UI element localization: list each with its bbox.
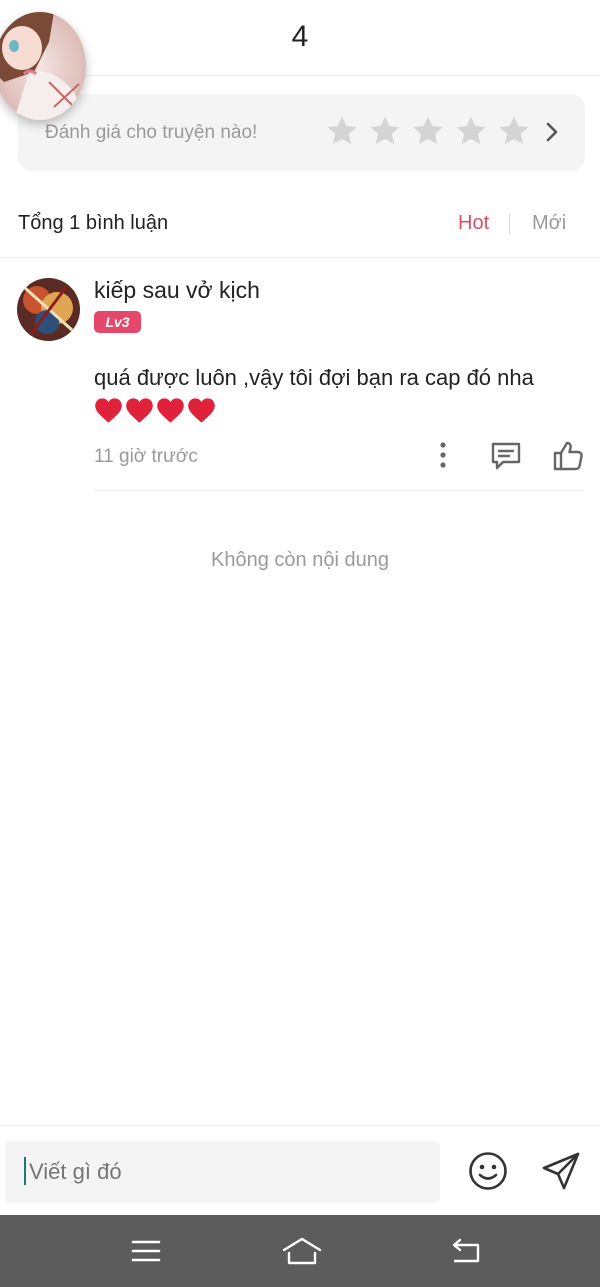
reply-icon[interactable] <box>489 440 523 472</box>
star-icon[interactable] <box>324 113 360 149</box>
heart-icon <box>157 398 184 423</box>
sort-hot-tab[interactable]: Hot <box>458 212 489 235</box>
rating-box[interactable]: Đánh giá cho truyện nào! <box>18 94 585 171</box>
comment-text: quá được luôn ,vậy tôi đợi bạn ra cap đó… <box>94 365 534 390</box>
star-icon[interactable] <box>496 113 532 149</box>
system-nav-bar <box>0 1215 600 1287</box>
heart-icon <box>126 398 153 423</box>
menu-icon[interactable] <box>131 1238 161 1264</box>
avatar[interactable] <box>17 278 80 341</box>
chevron-right-icon[interactable] <box>545 121 559 143</box>
comment-input-box[interactable] <box>5 1141 440 1203</box>
heart-icon <box>188 398 215 423</box>
more-vertical-icon[interactable] <box>434 440 452 470</box>
comment-count: Tổng 1 bình luận <box>18 212 169 234</box>
comment-composer <box>0 1125 600 1215</box>
rating-stars[interactable] <box>324 113 532 149</box>
text-caret <box>24 1157 26 1185</box>
send-icon[interactable] <box>540 1150 582 1192</box>
page-title: 4 <box>291 20 309 53</box>
star-icon[interactable] <box>367 113 403 149</box>
header-bar: 4 <box>0 0 600 76</box>
thumbs-up-icon[interactable] <box>551 439 585 473</box>
sort-divider <box>509 214 510 234</box>
comment-item: kiếp sau vở kịch Lv3 quá được luôn ,vậy … <box>0 258 600 492</box>
comments-header: Tổng 1 bình luận Hot Mới <box>18 210 582 240</box>
divider <box>94 490 584 491</box>
comment-input[interactable] <box>29 1159 429 1185</box>
comment-emoji-hearts <box>94 397 216 424</box>
comment-username[interactable]: kiếp sau vở kịch <box>94 277 260 304</box>
back-icon[interactable] <box>448 1237 482 1265</box>
end-of-content-text: Không còn nội dung <box>211 549 389 571</box>
home-icon[interactable] <box>281 1235 323 1267</box>
heart-icon <box>95 398 122 423</box>
star-icon[interactable] <box>453 113 489 149</box>
comment-time: 11 giờ trước <box>94 446 198 467</box>
rating-prompt: Đánh giá cho truyện nào! <box>45 122 258 143</box>
emoji-icon[interactable] <box>467 1150 509 1192</box>
sort-new-tab[interactable]: Mới <box>532 212 566 235</box>
star-icon[interactable] <box>410 113 446 149</box>
level-badge: Lv3 <box>94 311 141 333</box>
